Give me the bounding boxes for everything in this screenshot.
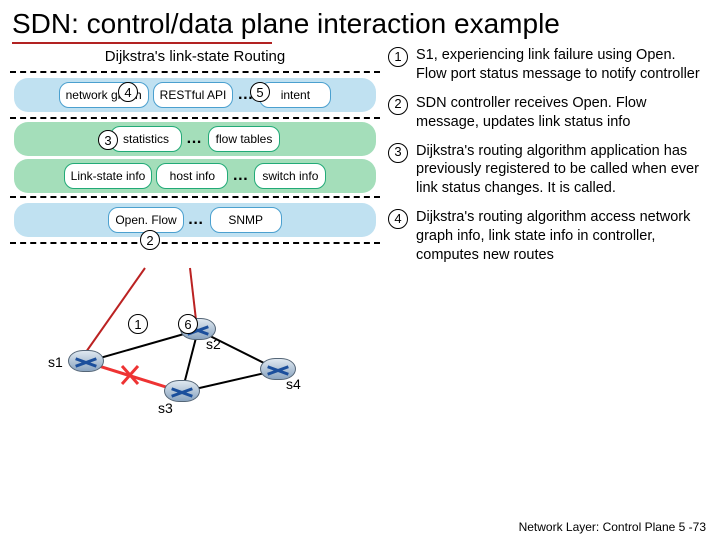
northbound-dash: network graph RESTful API … intent [10,71,380,119]
cell-intent: intent [259,82,331,108]
page-title: SDN: control/data plane interaction exam… [0,0,720,40]
step-num: 3 [388,143,408,163]
dots-icon: … [188,211,206,229]
cell-link-state: Link-state info [64,163,153,189]
step-num: 1 [388,47,408,67]
router-s4: s4 [260,358,296,382]
label-s1: s1 [48,354,63,370]
step-1: 1 S1, experiencing link failure using Op… [388,46,710,84]
cell-openflow: Open. Flow [108,207,183,233]
steps-panel: 1 S1, experiencing link failure using Op… [388,46,710,414]
step-2: 2 SDN controller receives Open. Flow mes… [388,94,710,132]
label-s2: s2 [206,336,221,352]
cell-statistics: statistics [110,126,182,152]
layer-state-2: Link-state info host info … switch info [14,159,376,193]
cell-restful-api: RESTful API [153,82,234,108]
step-num: 2 [388,95,408,115]
southbound-dash: Open. Flow … SNMP [10,196,380,244]
controller-app-label: Dijkstra's link-state Routing [10,46,380,71]
slide-footer: Network Layer: Control Plane 5 -73 [519,520,706,534]
step-num: 4 [388,209,408,229]
layer-state-1: statistics … flow tables [14,122,376,156]
cell-host-info: host info [156,163,228,189]
step-3: 3 Dijkstra's routing algorithm applicati… [388,142,710,199]
dots-icon: … [186,130,204,148]
step-text: SDN controller receives Open. Flow messa… [416,94,710,132]
step-text: Dijkstra's routing algorithm access netw… [416,208,710,265]
step-text: Dijkstra's routing algorithm application… [416,142,710,199]
cell-flow-tables: flow tables [208,126,280,152]
cell-switch-info: switch info [254,163,326,189]
step-4: 4 Dijkstra's routing algorithm access ne… [388,208,710,265]
label-s3: s3 [158,400,173,416]
layer-apps: network graph RESTful API … intent [14,78,376,112]
label-s4: s4 [286,376,301,392]
title-text: SDN: control/data plane interaction exam… [12,8,560,39]
dots-icon: … [232,167,250,185]
router-s1: s1 [68,350,104,374]
router-s3: s3 [164,380,200,404]
layer-southbound: Open. Flow … SNMP [14,203,376,237]
controller-diagram: Dijkstra's link-state Routing network gr… [10,46,380,414]
step-text: S1, experiencing link failure using Open… [416,46,710,84]
cell-snmp: SNMP [210,207,282,233]
